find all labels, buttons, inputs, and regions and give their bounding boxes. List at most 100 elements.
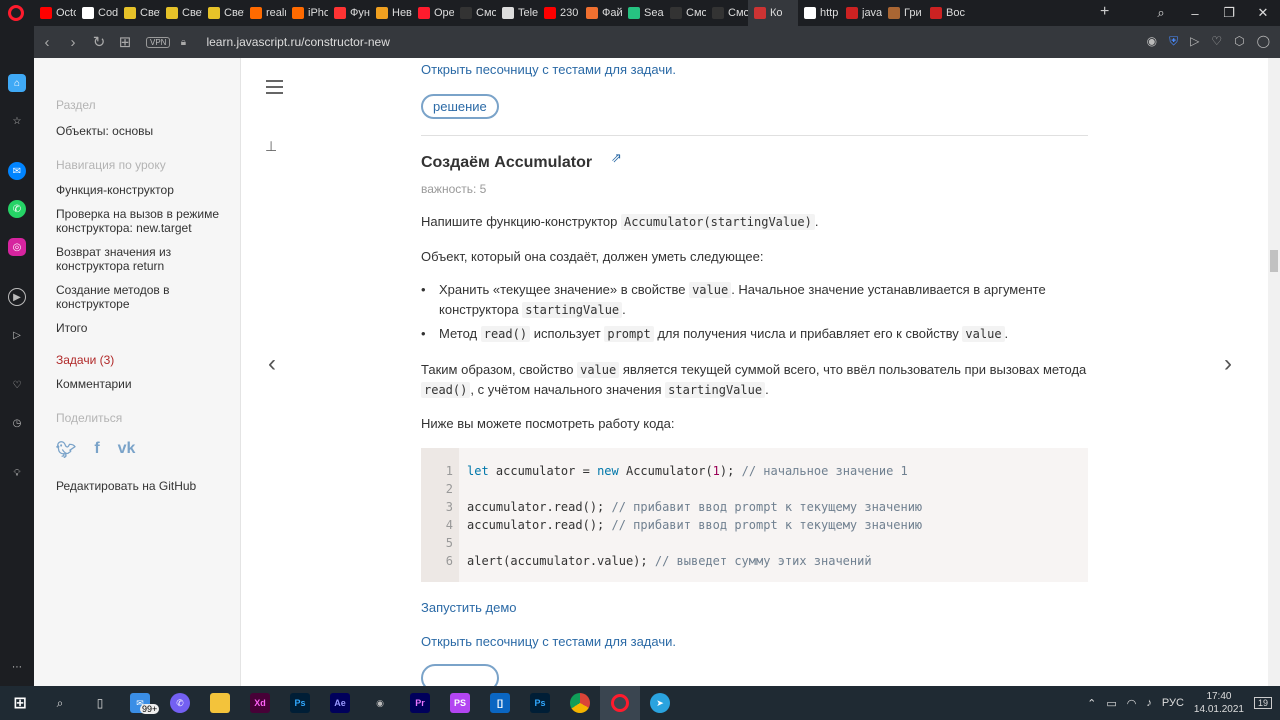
url-field[interactable]: learn.javascript.ru/constructor-new (206, 35, 389, 49)
speed-dial-icon[interactable]: ⊞ (112, 33, 138, 51)
after-effects-icon[interactable]: Ae (320, 686, 360, 720)
discord-icon[interactable]: ◉ (360, 686, 400, 720)
browser-tab[interactable]: Code (76, 0, 118, 26)
back-icon[interactable]: ‹ (34, 34, 60, 51)
browser-tab[interactable]: Octo (34, 0, 76, 26)
browser-tab[interactable]: Вос (924, 0, 966, 26)
browser-tab[interactable]: Ope (412, 0, 454, 26)
new-tab-button[interactable]: + (1100, 3, 1109, 21)
twitter-icon[interactable]: 🐦︎ (56, 440, 76, 460)
windows-start-icon[interactable]: ⊞ (0, 686, 40, 720)
run-demo-link[interactable]: Запустить демо (421, 600, 517, 615)
camera-icon[interactable]: ◉ (1147, 34, 1157, 49)
browser-tab[interactable]: Sear (622, 0, 664, 26)
star-icon[interactable]: ☆ (8, 112, 26, 130)
network-icon[interactable]: ▭ (1106, 697, 1116, 710)
notifications-icon[interactable]: 19 (1253, 697, 1272, 709)
sandbox-link-bottom[interactable]: Открыть песочницу с тестами для задачи. (421, 634, 676, 649)
opera-taskbar-icon[interactable] (600, 686, 640, 720)
browser-tab[interactable]: Фай (580, 0, 622, 26)
nav-item-constructor[interactable]: Функция-конструктор (56, 183, 231, 197)
browser-tab[interactable]: Неви (370, 0, 412, 26)
browser-tab[interactable]: Tele (496, 0, 538, 26)
language-indicator[interactable]: РУС (1162, 697, 1184, 709)
browser-tab[interactable]: Свет (160, 0, 202, 26)
heart-icon[interactable]: ♡ (8, 376, 26, 394)
send-icon[interactable]: ▷ (1190, 34, 1199, 49)
viber-icon[interactable]: ✆ (160, 686, 200, 720)
nav-item-summary[interactable]: Итого (56, 321, 231, 335)
solution-button-2[interactable] (421, 664, 499, 686)
shield-icon[interactable]: ⛨ (1169, 34, 1178, 49)
vpn-badge[interactable]: VPN (146, 36, 171, 48)
messenger-icon[interactable]: ✉ (8, 162, 26, 180)
sitemap-icon[interactable]: ⊥ (265, 138, 277, 155)
browser-tab[interactable]: Смо (454, 0, 496, 26)
menu-icon[interactable] (266, 80, 283, 94)
phpstorm-icon[interactable]: PS (440, 686, 480, 720)
nav-item-new-target[interactable]: Проверка на вызов в режиме конструктора:… (56, 207, 231, 235)
tray-arrow-icon[interactable]: ⌃ (1087, 697, 1096, 710)
page-scrollbar[interactable] (1268, 58, 1280, 686)
history-icon[interactable]: ◷ (8, 414, 26, 432)
search-icon[interactable]: ⌕ (40, 686, 80, 720)
wifi-icon[interactable]: ◠ (1127, 697, 1137, 710)
browser-tab[interactable]: Свет (202, 0, 244, 26)
send-icon[interactable]: ▷ (8, 326, 26, 344)
heart-icon[interactable]: ♡ (1211, 34, 1222, 49)
browser-tab[interactable]: Ко (748, 0, 798, 26)
browser-tab[interactable]: Смо (706, 0, 748, 26)
nav-item-methods[interactable]: Создание методов в конструкторе (56, 283, 231, 311)
browser-tab[interactable]: iPho (286, 0, 328, 26)
search-tabs-icon[interactable]: ⌕ (1144, 5, 1178, 21)
reload-icon[interactable]: ↻ (86, 33, 112, 51)
forward-icon[interactable]: › (60, 34, 86, 51)
section-link[interactable]: Объекты: основы (56, 124, 231, 138)
sandbox-link-top[interactable]: Открыть песочницу с тестами для задачи. (421, 62, 676, 77)
telegram-icon[interactable]: ➤ (640, 686, 680, 720)
prev-lesson-icon[interactable]: ‹ (268, 350, 276, 378)
browser-tab[interactable]: Функ (328, 0, 370, 26)
mail-icon[interactable]: ✉ 99+ (120, 686, 160, 720)
scrollbar-thumb[interactable] (1270, 250, 1278, 272)
tasks-link[interactable]: Задачи (3) (56, 353, 231, 367)
account-icon[interactable]: ◯ (1257, 34, 1270, 49)
volume-icon[interactable]: ♪ (1146, 697, 1152, 709)
comments-link[interactable]: Комментарии (56, 377, 231, 391)
player-icon[interactable]: ▶ (8, 288, 26, 306)
browser-tab[interactable]: realm (244, 0, 286, 26)
opera-menu-icon[interactable] (8, 5, 24, 21)
solution-button[interactable]: решение (421, 94, 499, 119)
vscode-icon[interactable]: [] (480, 686, 520, 720)
cube-icon[interactable]: ⬡ (1234, 34, 1244, 49)
github-link[interactable]: Редактировать на GitHub (56, 479, 231, 493)
task-view-icon[interactable]: ▯ (80, 686, 120, 720)
browser-tab[interactable]: Гри (882, 0, 924, 26)
chrome-icon[interactable] (560, 686, 600, 720)
minimize-button[interactable]: – (1178, 6, 1212, 21)
browser-tab[interactable]: 230 (538, 0, 580, 26)
home-icon[interactable]: ⌂ (8, 74, 26, 92)
clock[interactable]: 17:40 14.01.2021 (1194, 690, 1244, 716)
instagram-icon[interactable]: ◎ (8, 238, 26, 256)
close-window-button[interactable]: ✕ (1246, 5, 1280, 21)
whatsapp-icon[interactable]: ✆ (8, 200, 26, 218)
adobe-xd-icon[interactable]: Xd (240, 686, 280, 720)
next-lesson-icon[interactable]: › (1224, 350, 1232, 378)
photoshop-icon-2[interactable]: Ps (520, 686, 560, 720)
vk-icon[interactable]: vk (118, 440, 136, 460)
code-block[interactable]: 1 2 3 4 5 6 let accumulator = new Accumu… (421, 448, 1088, 582)
bulb-icon[interactable]: 💡︎ (8, 464, 26, 482)
open-link-icon[interactable]: ⇗ (611, 150, 622, 166)
facebook-icon[interactable]: f (94, 440, 99, 460)
photoshop-icon[interactable]: Ps (280, 686, 320, 720)
browser-tab[interactable]: http (798, 0, 840, 26)
nav-item-return[interactable]: Возврат значения из конструктора return (56, 245, 231, 273)
maximize-button[interactable]: ❐ (1212, 5, 1246, 21)
explorer-icon[interactable] (200, 686, 240, 720)
browser-tab[interactable]: java (840, 0, 882, 26)
browser-tab[interactable]: Свет (118, 0, 160, 26)
premiere-icon[interactable]: Pr (400, 686, 440, 720)
browser-tab[interactable]: Смо (664, 0, 706, 26)
more-icon[interactable]: ⋯ (8, 658, 26, 676)
